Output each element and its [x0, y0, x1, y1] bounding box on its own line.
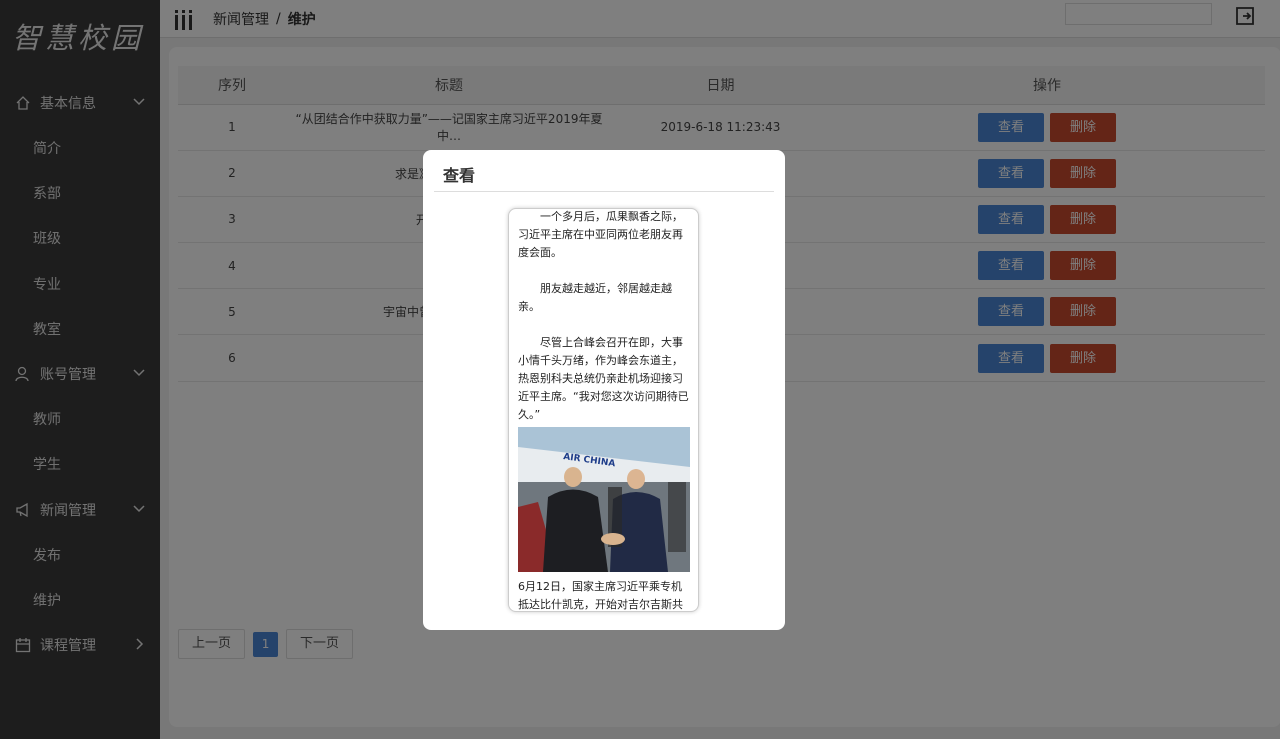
modal-title: 查看 [443, 166, 476, 185]
article-paragraph: 朋友越走越近，邻居越走越亲。 [518, 282, 672, 313]
article-preview[interactable]: 一个多月后，瓜果飘香之际，习近平主席在中亚同两位老朋友再度会面。 朋友越走越近，… [508, 208, 699, 612]
modal-divider [434, 191, 774, 192]
article-photo: AIR CHINA [518, 427, 690, 572]
view-modal: 查看 一个多月后，瓜果飘香之际，习近平主席在中亚同两位老朋友再度会面。 朋友越走… [423, 150, 785, 630]
article-paragraph: 一个多月后，瓜果飘香之际，习近平主席在中亚同两位老朋友再度会面。 [518, 210, 683, 259]
article-paragraph: 尽管上合峰会召开在即，大事小情千头万绪，作为峰会东道主，热恩别科夫总统仍亲赴机场… [518, 336, 689, 421]
photo-caption: 6月12日，国家主席习近平乘专机抵达比什凯克，开始对吉尔吉斯共和 [518, 580, 683, 611]
